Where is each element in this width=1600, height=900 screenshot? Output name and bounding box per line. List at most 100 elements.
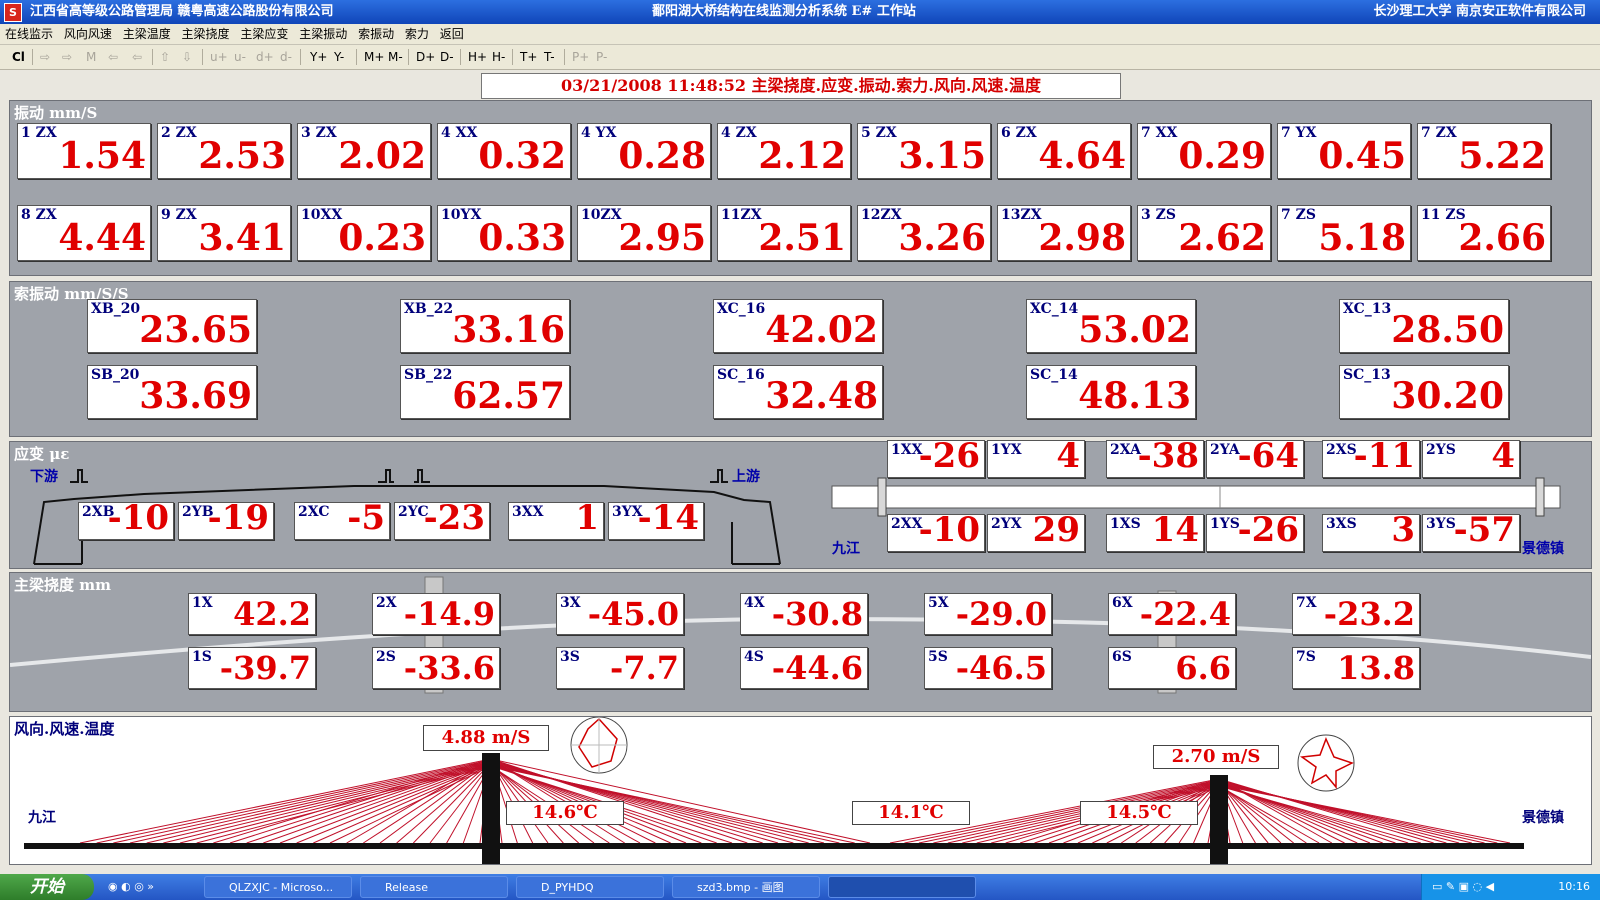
toolbar-separator bbox=[512, 49, 513, 65]
menu-wind[interactable]: 风向风速 bbox=[64, 27, 112, 41]
gauge-value: -23.2 bbox=[1323, 595, 1415, 633]
strain-gauge: 2YS 4 bbox=[1422, 436, 1520, 478]
stay-cable bbox=[113, 760, 492, 844]
gauge-label: 2X bbox=[376, 595, 397, 611]
strain-gauge: 1YS -26 bbox=[1206, 510, 1304, 552]
gauge-label: 8 ZX bbox=[21, 207, 57, 223]
deflection-panel: 主梁挠度 mm 1X 42.2 2X -14.9 3X -45.0 4X -30.8 5X -29… bbox=[9, 572, 1592, 712]
menu-online-monitor[interactable]: 在线监示 bbox=[5, 27, 53, 41]
gauge-label: 6S bbox=[1112, 649, 1132, 665]
taskbar-item-paint[interactable]: szd3.bmp - 画图 bbox=[672, 876, 820, 898]
gauge-label: 1YS bbox=[1210, 516, 1240, 532]
upstream-label: 上游 bbox=[732, 469, 760, 485]
strain-gauge: 3XS 3 bbox=[1322, 510, 1420, 552]
toolbar-separator bbox=[460, 49, 461, 65]
cable-vibration-gauge: XC_16 42.02 bbox=[713, 299, 883, 353]
menu-cable-force[interactable]: 索力 bbox=[405, 27, 429, 41]
gauge-label: 11ZX bbox=[721, 207, 762, 223]
vibration-gauge: 10ZX 2.95 bbox=[577, 205, 711, 261]
gauge-label: XB_20 bbox=[91, 301, 141, 317]
vibration-panel-title: 振动 mm/S bbox=[14, 104, 98, 122]
tool-t-plus-button[interactable]: T+ bbox=[520, 47, 537, 67]
gauge-value: 0.45 bbox=[1318, 135, 1406, 177]
tool-d-minus-button[interactable]: d- bbox=[280, 47, 292, 67]
gauge-value: 30.20 bbox=[1391, 375, 1504, 417]
gauge-value: 3.41 bbox=[198, 217, 286, 259]
gauge-value: 1.54 bbox=[58, 135, 146, 177]
tool-y-minus-button[interactable]: Y- bbox=[334, 47, 344, 67]
tool-right-arrow-button[interactable]: ⇨ bbox=[40, 47, 50, 67]
tool-right-arrow-button-2[interactable]: ⇨ bbox=[62, 47, 72, 67]
menu-girder-strain[interactable]: 主梁应变 bbox=[240, 27, 288, 41]
menu-cable-vibration[interactable]: 索振动 bbox=[358, 27, 394, 41]
cable-vibration-gauge: SC_14 48.13 bbox=[1026, 365, 1196, 419]
app-icon[interactable]: S bbox=[4, 3, 22, 22]
tool-d-plus-button-2[interactable]: D+ bbox=[416, 47, 435, 67]
tool-y-plus-button[interactable]: Y+ bbox=[310, 47, 327, 67]
cable-vibration-gauge: XC_13 28.50 bbox=[1339, 299, 1509, 353]
gauge-label: 2YS bbox=[1426, 442, 1456, 458]
tool-m-button[interactable]: M bbox=[86, 47, 96, 67]
tool-d-minus-button-2[interactable]: D- bbox=[440, 47, 454, 67]
tray-icons[interactable]: ▭ ✎ ▣ ◌ ◀ bbox=[1432, 880, 1494, 893]
gauge-label: 6X bbox=[1112, 595, 1133, 611]
menu-girder-temp[interactable]: 主梁温度 bbox=[123, 27, 171, 41]
gauge-value: 5.22 bbox=[1458, 135, 1546, 177]
tool-m-minus-button[interactable]: M- bbox=[388, 47, 403, 67]
gauge-value: -14 bbox=[637, 498, 699, 538]
gauge-label: 6 ZX bbox=[1001, 125, 1037, 141]
tool-m-plus-button[interactable]: M+ bbox=[364, 47, 384, 67]
toolbar-separator bbox=[32, 49, 33, 65]
taskbar-item-release[interactable]: Release bbox=[360, 876, 508, 898]
tool-u-plus-button[interactable]: u+ bbox=[210, 47, 228, 67]
gauge-label: 4 XX bbox=[441, 125, 478, 141]
gauge-value: 3.15 bbox=[898, 135, 986, 177]
tool-left-arrow-button[interactable]: ⇦ bbox=[108, 47, 118, 67]
gauge-label: 4 YX bbox=[581, 125, 617, 141]
tool-p-minus-button[interactable]: P- bbox=[596, 47, 607, 67]
deflection-gauge: 3X -45.0 bbox=[556, 593, 684, 635]
start-button[interactable]: 开始 bbox=[0, 874, 94, 900]
tool-t-minus-button[interactable]: T- bbox=[544, 47, 555, 67]
wind-rose-left-icon bbox=[570, 717, 628, 774]
gauge-label: 3 ZS bbox=[1141, 207, 1176, 223]
toolbar-separator bbox=[152, 49, 153, 65]
stay-cable bbox=[229, 759, 492, 844]
taskbar-item-d-pyhdq[interactable]: D_PYHDQ bbox=[516, 876, 664, 898]
gauge-value: -38 bbox=[1137, 436, 1199, 476]
tool-p-plus-button[interactable]: P+ bbox=[572, 47, 589, 67]
gauge-label: 7X bbox=[1296, 595, 1317, 611]
strain-gauge: 3XX 1 bbox=[508, 498, 604, 540]
tool-u-minus-button[interactable]: u- bbox=[234, 47, 246, 67]
menu-girder-vibration[interactable]: 主梁振动 bbox=[299, 27, 347, 41]
taskbar-item-qlzxjc[interactable]: QLZXJC - Microso... bbox=[204, 876, 352, 898]
tool-cl-button[interactable]: Cl bbox=[12, 47, 25, 67]
tool-down-arrow-button[interactable]: ⇩ bbox=[182, 47, 192, 67]
quick-launch-icons[interactable]: ◉ ◐ ◎ » bbox=[108, 880, 154, 893]
vibration-gauge: 1 ZX 1.54 bbox=[17, 123, 151, 179]
temperature-left: 14.6℃ bbox=[506, 801, 624, 825]
gauge-label: 7 YX bbox=[1281, 125, 1317, 141]
title-left: 江西省高等级公路管理局 赣粤高速公路股份有限公司 bbox=[30, 4, 334, 19]
toolbar-separator bbox=[300, 49, 301, 65]
deflection-gauge: 1S -39.7 bbox=[188, 647, 316, 689]
gauge-label: 5X bbox=[928, 595, 949, 611]
os-taskbar: 开始 ◉ ◐ ◎ » QLZXJC - Microso... Release D… bbox=[0, 874, 1600, 900]
stay-cable bbox=[279, 762, 492, 844]
deflection-gauge: 2S -33.6 bbox=[372, 647, 500, 689]
strain-gauge: 2YX 29 bbox=[987, 510, 1085, 552]
gauge-value: 2.51 bbox=[758, 217, 846, 259]
tool-up-arrow-button[interactable]: ⇧ bbox=[160, 47, 170, 67]
gauge-value: 6.6 bbox=[1175, 649, 1231, 687]
tool-left-arrow-button-2[interactable]: ⇦ bbox=[132, 47, 142, 67]
gauge-value: -10 bbox=[107, 498, 169, 538]
tool-h-plus-button[interactable]: H+ bbox=[468, 47, 487, 67]
tool-d-plus-button[interactable]: d+ bbox=[256, 47, 274, 67]
tool-h-minus-button[interactable]: H- bbox=[492, 47, 505, 67]
gauge-value: 23.65 bbox=[139, 309, 252, 351]
taskbar-item-monitor-app[interactable] bbox=[828, 876, 976, 898]
gauge-value: 62.57 bbox=[452, 375, 565, 417]
menu-girder-deflection[interactable]: 主梁挠度 bbox=[182, 27, 230, 41]
menu-return[interactable]: 返回 bbox=[440, 27, 464, 41]
gauge-label: 3S bbox=[560, 649, 580, 665]
